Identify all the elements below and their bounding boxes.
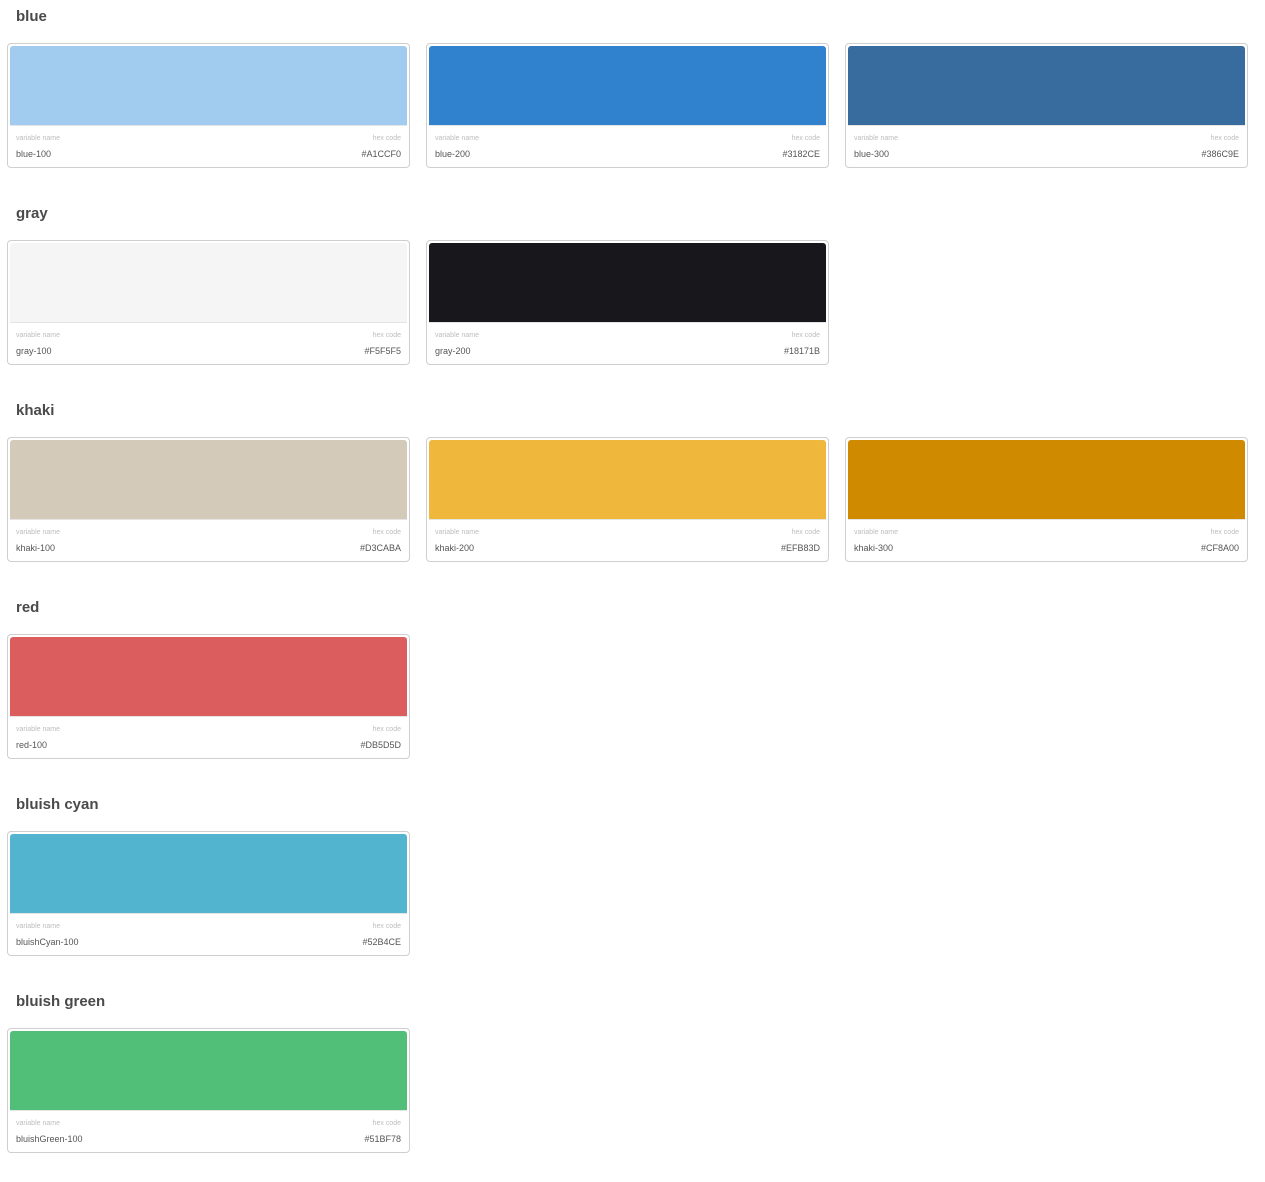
variable-name-value: khaki-100: [16, 543, 56, 553]
color-group-red: red variable name hex code red-100 #DB5D…: [0, 591, 1265, 788]
hex-code-value: #386C9E: [1201, 149, 1239, 159]
color-group-blue: blue variable name hex code blue-100 #A1…: [0, 0, 1265, 197]
swatch-meta: variable name hex code khaki-300 #CF8A00: [848, 520, 1245, 560]
swatch-meta: variable name hex code khaki-200 #EFB83D: [429, 520, 826, 560]
hex-code-value: #D3CABA: [359, 543, 401, 553]
variable-name-label: variable name: [854, 529, 898, 536]
variable-name-label: variable name: [16, 923, 60, 930]
swatch-card-blue-300[interactable]: variable name hex code blue-300 #386C9E: [845, 43, 1248, 168]
variable-name-value: blue-300: [854, 149, 890, 159]
swatch-card-gray-100[interactable]: variable name hex code gray-100 #F5F5F5: [7, 240, 410, 365]
hex-code-label: hex code: [372, 923, 401, 930]
hex-code-value: #F5F5F5: [364, 346, 401, 356]
color-swatch: [10, 1031, 407, 1111]
group-title: red: [16, 599, 40, 616]
variable-name-value: bluishCyan-100: [16, 937, 79, 947]
swatch-row: variable name hex code khaki-100 #D3CABA…: [7, 437, 1248, 562]
variable-name-label: variable name: [435, 332, 479, 339]
color-swatch: [429, 440, 826, 520]
swatch-card-blue-200[interactable]: variable name hex code blue-200 #3182CE: [426, 43, 829, 168]
color-swatch: [10, 834, 407, 914]
swatch-card-khaki-100[interactable]: variable name hex code khaki-100 #D3CABA: [7, 437, 410, 562]
group-title: bluish cyan: [16, 796, 99, 813]
color-swatch: [10, 637, 407, 717]
variable-name-label: variable name: [854, 135, 898, 142]
color-swatch: [10, 46, 407, 126]
hex-code-value: #52B4CE: [362, 937, 401, 947]
variable-name-label: variable name: [16, 332, 60, 339]
hex-code-value: #DB5D5D: [360, 740, 401, 750]
group-title: khaki: [16, 402, 55, 419]
hex-code-label: hex code: [372, 332, 401, 339]
variable-name-label: variable name: [16, 529, 60, 536]
hex-code-value: #18171B: [783, 346, 820, 356]
swatch-meta: variable name hex code blue-100 #A1CCF0: [10, 126, 407, 166]
variable-name-value: gray-100: [16, 346, 52, 356]
swatch-meta: variable name hex code khaki-100 #D3CABA: [10, 520, 407, 560]
swatch-meta: variable name hex code bluishCyan-100 #5…: [10, 914, 407, 954]
swatch-meta: variable name hex code blue-300 #386C9E: [848, 126, 1245, 166]
variable-name-label: variable name: [435, 529, 479, 536]
color-swatch: [10, 440, 407, 520]
hex-code-value: #3182CE: [782, 149, 820, 159]
swatch-row: variable name hex code bluishGreen-100 #…: [7, 1028, 410, 1153]
variable-name-label: variable name: [435, 135, 479, 142]
swatch-row: variable name hex code blue-100 #A1CCF0 …: [7, 43, 1248, 168]
color-palette: blue variable name hex code blue-100 #A1…: [0, 0, 1265, 1182]
color-group-gray: gray variable name hex code gray-100 #F5…: [0, 197, 1265, 394]
swatch-card-gray-200[interactable]: variable name hex code gray-200 #18171B: [426, 240, 829, 365]
hex-code-label: hex code: [1210, 529, 1239, 536]
variable-name-value: bluishGreen-100: [16, 1134, 83, 1144]
swatch-meta: variable name hex code gray-200 #18171B: [429, 323, 826, 363]
group-title: bluish green: [16, 993, 106, 1010]
hex-code-value: #A1CCF0: [361, 149, 401, 159]
hex-code-value: #51BF78: [364, 1134, 401, 1144]
variable-name-value: blue-200: [435, 149, 471, 159]
hex-code-value: #EFB83D: [780, 543, 820, 553]
variable-name-label: variable name: [16, 1120, 60, 1127]
swatch-card-bluish-green-100[interactable]: variable name hex code bluishGreen-100 #…: [7, 1028, 410, 1153]
variable-name-value: khaki-200: [435, 543, 475, 553]
variable-name-value: red-100: [16, 740, 48, 750]
hex-code-label: hex code: [791, 332, 820, 339]
hex-code-label: hex code: [791, 135, 820, 142]
hex-code-value: #CF8A00: [1200, 543, 1239, 553]
variable-name-label: variable name: [16, 135, 60, 142]
color-swatch: [848, 46, 1245, 126]
hex-code-label: hex code: [1210, 135, 1239, 142]
color-swatch: [429, 46, 826, 126]
swatch-card-khaki-300[interactable]: variable name hex code khaki-300 #CF8A00: [845, 437, 1248, 562]
swatch-card-bluish-cyan-100[interactable]: variable name hex code bluishCyan-100 #5…: [7, 831, 410, 956]
swatch-row: variable name hex code red-100 #DB5D5D: [7, 634, 410, 759]
hex-code-label: hex code: [372, 135, 401, 142]
hex-code-label: hex code: [372, 1120, 401, 1127]
color-swatch: [848, 440, 1245, 520]
swatch-meta: variable name hex code bluishGreen-100 #…: [10, 1111, 407, 1151]
hex-code-label: hex code: [791, 529, 820, 536]
variable-name-value: gray-200: [435, 346, 471, 356]
color-swatch: [10, 243, 407, 323]
swatch-row: variable name hex code gray-100 #F5F5F5 …: [7, 240, 829, 365]
hex-code-label: hex code: [372, 726, 401, 733]
color-group-khaki: khaki variable name hex code khaki-100 #…: [0, 394, 1265, 591]
color-group-bluish-cyan: bluish cyan variable name hex code bluis…: [0, 788, 1265, 985]
variable-name-label: variable name: [16, 726, 60, 733]
swatch-meta: variable name hex code blue-200 #3182CE: [429, 126, 826, 166]
color-swatch: [429, 243, 826, 323]
swatch-card-blue-100[interactable]: variable name hex code blue-100 #A1CCF0: [7, 43, 410, 168]
color-group-bluish-green: bluish green variable name hex code blui…: [0, 985, 1265, 1182]
swatch-meta: variable name hex code gray-100 #F5F5F5: [10, 323, 407, 363]
hex-code-label: hex code: [372, 529, 401, 536]
swatch-card-khaki-200[interactable]: variable name hex code khaki-200 #EFB83D: [426, 437, 829, 562]
swatch-meta: variable name hex code red-100 #DB5D5D: [10, 717, 407, 757]
swatch-card-red-100[interactable]: variable name hex code red-100 #DB5D5D: [7, 634, 410, 759]
variable-name-value: blue-100: [16, 149, 52, 159]
variable-name-value: khaki-300: [854, 543, 894, 553]
group-title: gray: [16, 205, 48, 222]
group-title: blue: [16, 8, 47, 25]
swatch-row: variable name hex code bluishCyan-100 #5…: [7, 831, 410, 956]
